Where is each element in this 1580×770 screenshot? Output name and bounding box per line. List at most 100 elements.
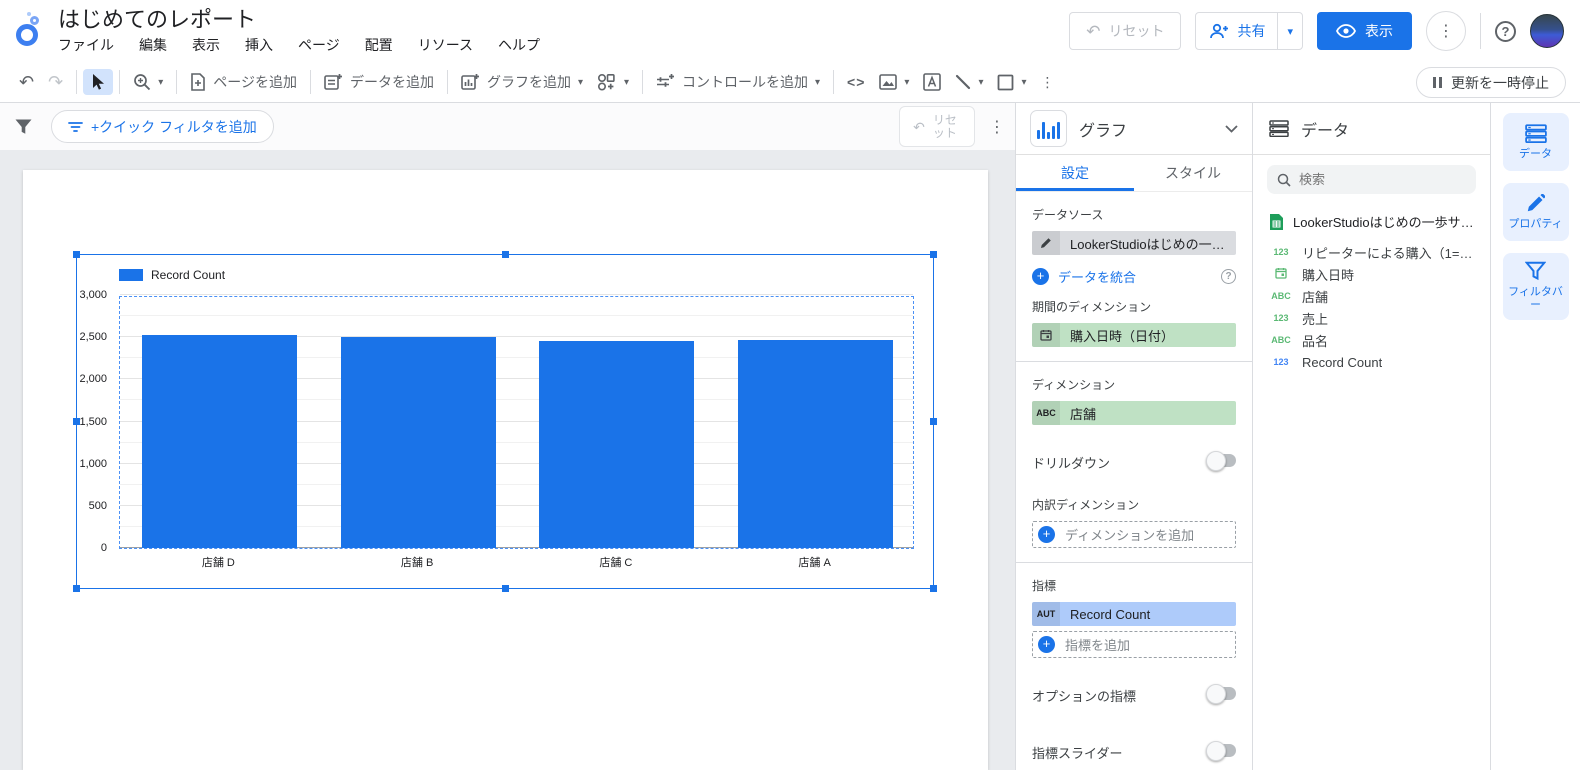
field-sales[interactable]: 123 売上 — [1253, 307, 1490, 329]
add-quick-filter-button[interactable]: +クイック フィルタを追加 — [51, 110, 274, 143]
text-type-icon: ABC — [1271, 335, 1291, 345]
filter-funnel-icon — [14, 118, 33, 136]
menu-view[interactable]: 表示 — [192, 35, 220, 55]
field-repeat-purchase[interactable]: 123 リピーターによる購入（1=YES, 0=NO… — [1253, 241, 1490, 263]
share-label: 共有 — [1237, 23, 1266, 39]
zoom-tool-button[interactable]: ▾ — [126, 69, 170, 95]
text-button[interactable] — [916, 69, 948, 95]
shape-button[interactable]: ▾ — [990, 70, 1033, 95]
select-tool-button[interactable] — [83, 69, 114, 95]
drilldown-toggle[interactable] — [1206, 451, 1236, 471]
view-label: 表示 — [1365, 23, 1393, 39]
field-record-count[interactable]: 123 Record Count — [1253, 351, 1490, 373]
field-label: 売上 — [1302, 311, 1329, 327]
x-tick-label: 店舗 A — [798, 557, 831, 569]
menu-file[interactable]: ファイル — [58, 35, 114, 55]
properties-panel-header[interactable]: グラフ — [1016, 103, 1252, 155]
add-metric-button[interactable]: + 指標を追加 — [1032, 631, 1236, 658]
undo-button[interactable]: ↶ — [12, 69, 41, 95]
header-more-button[interactable]: ⋮ — [1426, 11, 1466, 51]
redo-button[interactable]: ↷ — [41, 69, 70, 95]
selection-handle[interactable] — [73, 418, 80, 425]
rail-properties-button[interactable]: プロパティ — [1502, 183, 1569, 241]
filter-reset-button[interactable]: ↶ リセット — [899, 106, 975, 147]
add-data-icon — [324, 73, 343, 91]
avatar[interactable] — [1530, 14, 1564, 48]
selection-handle[interactable] — [930, 251, 937, 258]
looker-studio-logo-icon[interactable] — [14, 12, 48, 50]
menu-resource[interactable]: リソース — [418, 35, 473, 55]
rail-data-button[interactable]: データ — [1502, 113, 1569, 171]
metric-slider-toggle[interactable] — [1206, 741, 1236, 761]
add-chart-icon — [461, 73, 480, 91]
data-source-chip[interactable]: LookerStudioはじめの一歩サ… — [1032, 231, 1236, 255]
text-type-icon: ABC — [1271, 291, 1291, 301]
search-box[interactable] — [1267, 165, 1476, 194]
chart-plot — [119, 294, 914, 549]
pause-updates-button[interactable]: 更新を一時停止 — [1416, 67, 1566, 98]
toolbar-more-button[interactable]: ⋮ — [1034, 70, 1062, 95]
data-panel-header: データ — [1253, 103, 1490, 155]
date-dimension-chip[interactable]: 購入日時（日付） — [1032, 323, 1236, 347]
share-button[interactable]: 共有 ▾ — [1195, 12, 1303, 50]
view-button[interactable]: 表示 — [1317, 12, 1412, 50]
community-viz-caret-icon: ▾ — [623, 76, 630, 88]
number-type-icon: 123 — [1273, 357, 1289, 367]
pencil-icon[interactable] — [1032, 231, 1060, 255]
metric-chip[interactable]: AUT Record Count — [1032, 602, 1236, 626]
looker-studio-app: はじめてのレポート ファイル 編集 表示 挿入 ページ 配置 リソース ヘルプ … — [0, 0, 1580, 770]
optional-metrics-toggle[interactable] — [1206, 684, 1236, 704]
plus-circle-icon: + — [1032, 268, 1049, 285]
report-title[interactable]: はじめてのレポート — [58, 7, 540, 33]
community-viz-icon — [597, 73, 617, 91]
community-viz-button[interactable]: ▾ — [590, 69, 636, 95]
menu-help[interactable]: ヘルプ — [498, 35, 540, 55]
field-store[interactable]: ABC 店舗 — [1253, 285, 1490, 307]
field-product-name[interactable]: ABC 品名 — [1253, 329, 1490, 351]
reset-button[interactable]: ↶ リセット — [1069, 12, 1182, 50]
auto-metric-icon: AUT — [1032, 602, 1060, 626]
share-dropdown-caret[interactable]: ▾ — [1277, 13, 1302, 49]
add-dimension-button[interactable]: + ディメンションを追加 — [1032, 521, 1236, 548]
chart-bar-店舗 D[interactable] — [141, 334, 297, 548]
chevron-down-icon[interactable] — [1225, 124, 1238, 133]
add-control-button[interactable]: コントロールを追加 ▾ — [649, 68, 827, 96]
line-button[interactable]: ▾ — [948, 70, 990, 94]
selection-handle[interactable] — [930, 585, 937, 592]
share-main[interactable]: 共有 — [1196, 13, 1277, 49]
bar-chart[interactable]: Record Count 3,000 2,500 2,000 1,500 1,000 50… — [73, 251, 937, 592]
menu-page[interactable]: ページ — [298, 35, 340, 55]
dimension-chip[interactable]: ABC 店舗 — [1032, 401, 1236, 425]
field-purchase-datetime[interactable]: 購入日時 — [1253, 263, 1490, 285]
tab-setup[interactable]: 設定 — [1016, 155, 1134, 191]
selection-handle[interactable] — [501, 251, 509, 258]
image-button[interactable]: ▾ — [872, 70, 916, 94]
embed-button[interactable]: <> — [840, 70, 872, 94]
report-canvas[interactable]: Record Count 3,000 2,500 2,000 1,500 1,000 50… — [0, 150, 1015, 770]
help-icon[interactable]: ? — [1495, 20, 1516, 42]
selection-handle[interactable] — [501, 585, 509, 592]
data-source-row[interactable]: LookerStudioはじめの一歩サンプルデ… — [1253, 204, 1490, 241]
selection-handle[interactable] — [73, 585, 80, 592]
add-chart-button[interactable]: グラフを追加 ▾ — [454, 68, 590, 96]
search-input[interactable] — [1299, 172, 1449, 187]
selection-handle[interactable] — [73, 251, 80, 258]
tab-style[interactable]: スタイル — [1134, 155, 1252, 191]
selection-handle[interactable] — [930, 418, 937, 425]
rail-filter-bar-button[interactable]: フィルタバー — [1502, 253, 1569, 320]
menu-edit[interactable]: 編集 — [139, 35, 167, 55]
add-page-button[interactable]: ページを追加 — [183, 68, 304, 96]
menu-insert[interactable]: 挿入 — [245, 35, 273, 55]
logo-dot — [27, 12, 31, 16]
filter-bar-more-button[interactable]: ⋮ — [989, 117, 1005, 137]
add-data-button[interactable]: データを追加 — [317, 68, 441, 96]
menu-arrange[interactable]: 配置 — [365, 35, 393, 55]
blend-data-button[interactable]: + データを統合 ? — [1032, 267, 1236, 286]
chart-bar-店舗 B[interactable] — [340, 337, 496, 548]
chart-bar-店舗 C[interactable] — [539, 340, 695, 548]
chart-bar-店舗 A[interactable] — [738, 339, 894, 548]
report-page[interactable]: Record Count 3,000 2,500 2,000 1,500 1,000 50… — [23, 170, 988, 770]
data-list-icon — [1524, 123, 1547, 143]
blend-help-icon[interactable]: ? — [1221, 269, 1236, 284]
metric-label: 指標 — [1032, 579, 1057, 593]
